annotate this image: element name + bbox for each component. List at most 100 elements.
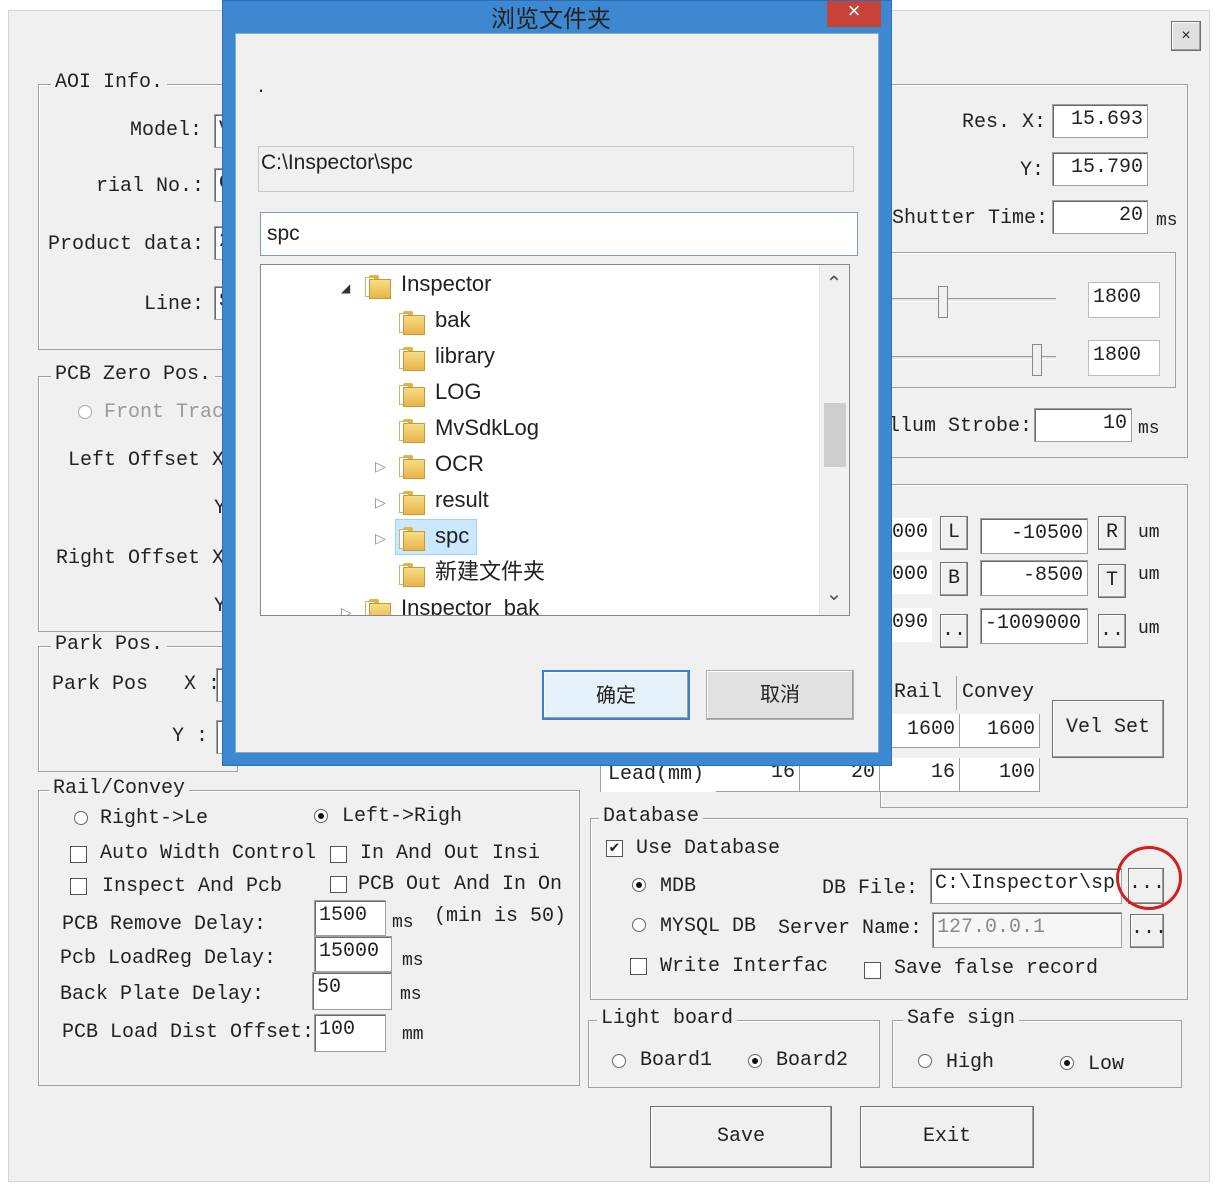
product-label: Product data:	[48, 233, 205, 256]
res-x-field[interactable]: 15.693	[1052, 104, 1148, 138]
tree-expander-result[interactable]: ▷	[375, 487, 386, 517]
auto-width-checkbox[interactable]	[70, 846, 87, 863]
tree-item-ocr[interactable]: OCR	[435, 449, 484, 479]
save-false-checkbox[interactable]	[864, 962, 881, 979]
tree-item-log[interactable]: LOG	[435, 377, 481, 407]
tree-item-mvsdklog[interactable]: MvSdkLog	[435, 413, 539, 443]
slider1-track[interactable]	[892, 298, 1056, 302]
server-browse-button[interactable]: ...	[1130, 914, 1167, 948]
left-right-label: Left->Righ	[342, 805, 463, 828]
offset-right-button[interactable]: R	[1098, 516, 1126, 550]
folder-icon	[399, 311, 425, 335]
tree-item-spc[interactable]: spc	[435, 521, 469, 551]
tree-item-bak[interactable]: bak	[435, 305, 470, 335]
scroll-down-icon[interactable]: ⌄	[823, 581, 845, 606]
tree-item-new-folder[interactable]: 新建文件夹	[435, 557, 545, 587]
front-track-radio[interactable]	[78, 405, 92, 419]
db-file-field[interactable]: C:\Inspector\sp	[930, 868, 1122, 904]
back-plate-field[interactable]: 50	[312, 972, 392, 1010]
shutter-field[interactable]: 20	[1052, 200, 1148, 234]
speed-col-rail: Rail	[894, 681, 943, 704]
offset-row1-field[interactable]: -10500	[980, 518, 1088, 554]
scrollbar-thumb[interactable]	[824, 403, 846, 467]
res-x-label: Res. X:	[962, 111, 1047, 134]
board2-label: Board2	[776, 1049, 849, 1072]
dialog-folder-input[interactable]: spc	[260, 212, 858, 256]
left-right-radio[interactable]	[314, 809, 328, 823]
tree-expander-inspector-bak[interactable]: ▷	[341, 597, 352, 615]
tree-expander-ocr[interactable]: ▷	[375, 451, 386, 481]
dist-offset-field[interactable]: 100	[314, 1014, 386, 1052]
remove-delay-note: (min is 50)	[434, 905, 567, 928]
tree-item-library[interactable]: library	[435, 341, 495, 371]
board2-radio[interactable]	[748, 1054, 762, 1068]
board1-label: Board1	[640, 1049, 713, 1072]
back-plate-label: Back Plate Delay:	[60, 983, 265, 1006]
write-interface-label: Write Interfac	[660, 955, 829, 978]
slider2-value[interactable]: 1800	[1088, 340, 1160, 376]
offset-row3-partial[interactable]: 090	[888, 608, 932, 642]
scroll-up-icon[interactable]: ⌃	[823, 271, 845, 296]
tree-item-inspector[interactable]: Inspector	[401, 269, 492, 299]
offset-row3-browse-button[interactable]: ..	[940, 614, 968, 648]
use-database-checkbox[interactable]: ✔	[606, 840, 623, 857]
use-database-label: Use Database	[636, 837, 781, 860]
tree-expander-inspector[interactable]: ◢	[341, 273, 350, 303]
remove-delay-unit: ms	[392, 913, 414, 933]
loadreg-delay-field[interactable]: 15000	[314, 936, 392, 972]
tree-item-inspector-bak[interactable]: Inspector_bak	[401, 593, 539, 615]
mdb-label: MDB	[660, 875, 697, 898]
slider1-thumb[interactable]	[938, 286, 948, 318]
offset-row2-partial[interactable]: 000	[888, 560, 932, 594]
illum-strobe-field[interactable]: 10	[1034, 408, 1132, 442]
folder-icon	[365, 599, 391, 615]
speed-convey-value[interactable]: 1600	[960, 714, 1040, 748]
dist-offset-label: PCB Load Dist Offset:	[62, 1021, 315, 1044]
dialog-ok-button[interactable]: 确定	[542, 670, 690, 720]
slider1-value[interactable]: 1800	[1088, 282, 1160, 318]
inspect-pcb-checkbox[interactable]	[70, 878, 87, 895]
save-button[interactable]: Save	[650, 1106, 832, 1168]
server-name-field[interactable]: 127.0.0.1	[932, 912, 1122, 948]
in-out-checkbox[interactable]	[330, 846, 347, 863]
speed-rail-value[interactable]: 1600	[880, 714, 960, 748]
in-out-label: In And Out Insi	[360, 842, 541, 865]
offset-row3-browse2-button[interactable]: ..	[1098, 614, 1126, 648]
remove-delay-field[interactable]: 1500	[314, 900, 386, 936]
serial-label: rial No.:	[96, 175, 205, 198]
offset-row3-field[interactable]: -1009000	[980, 608, 1088, 644]
tree-expander-spc[interactable]: ▷	[375, 523, 386, 553]
offset-left-button[interactable]: L	[940, 516, 968, 550]
exit-button[interactable]: Exit	[860, 1106, 1034, 1168]
pcb-zero-title: PCB Zero Pos.	[51, 363, 216, 387]
save-false-label: Save false record	[894, 957, 1099, 980]
database-title: Database	[599, 805, 704, 829]
offset-bottom-button[interactable]: B	[940, 562, 968, 596]
tree-item-result[interactable]: result	[435, 485, 489, 515]
pcb-out-in-checkbox[interactable]	[330, 876, 347, 893]
lead-value-4[interactable]: 100	[960, 758, 1040, 792]
lead-value-3[interactable]: 16	[880, 758, 960, 792]
res-y-field[interactable]: 15.790	[1052, 152, 1148, 186]
board1-radio[interactable]	[612, 1054, 626, 1068]
aoi-info-title: AOI Info.	[51, 71, 168, 95]
remove-delay-label: PCB Remove Delay:	[62, 913, 267, 936]
offset-row1-partial[interactable]: 000	[888, 518, 932, 552]
mdb-radio[interactable]	[632, 878, 646, 892]
shutter-unit: ms	[1156, 211, 1178, 231]
high-radio[interactable]	[918, 1054, 932, 1068]
offset-row2-field[interactable]: -8500	[980, 560, 1088, 596]
low-radio[interactable]	[1060, 1056, 1074, 1070]
dialog-close-button[interactable]: ×	[827, 0, 881, 27]
mysql-radio[interactable]	[632, 918, 646, 932]
slider2-thumb[interactable]	[1032, 344, 1042, 376]
dialog-cancel-button[interactable]: 取消	[706, 670, 854, 720]
offset-top-button[interactable]: T	[1098, 564, 1126, 598]
folder-tree[interactable]: ◢ Inspector bak library LOG MvSdkLog ▷ O…	[260, 264, 850, 616]
vel-set-button[interactable]: Vel Set	[1052, 700, 1164, 758]
window-close-button[interactable]: ×	[1171, 21, 1201, 51]
mysql-label: MYSQL DB	[660, 915, 757, 938]
res-y-label: Y:	[1020, 159, 1045, 182]
right-left-radio[interactable]	[74, 811, 88, 825]
write-interface-checkbox[interactable]	[630, 958, 647, 975]
